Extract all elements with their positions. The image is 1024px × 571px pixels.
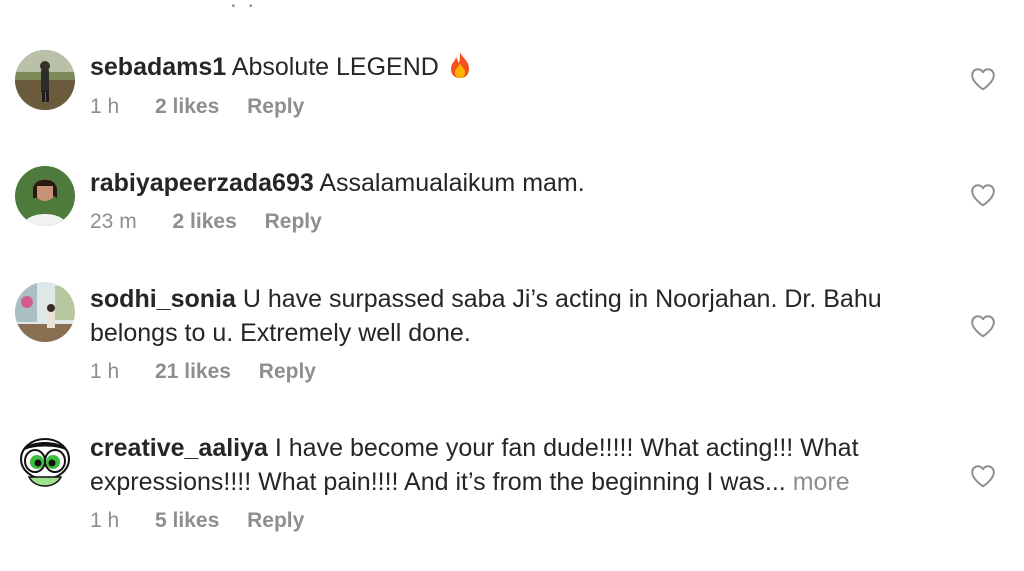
comment-timestamp: 23 m — [90, 210, 137, 233]
comment-likes[interactable]: 2 likes — [173, 210, 237, 234]
reply-button[interactable]: Reply — [259, 360, 316, 384]
comment-body: Assalamualaikum mam. — [319, 169, 585, 197]
heart-outline-icon[interactable] — [970, 67, 996, 91]
reply-button[interactable]: Reply — [247, 509, 304, 533]
comment-username[interactable]: rabiyapeerzada693 — [90, 169, 314, 197]
heart-outline-icon[interactable] — [970, 314, 996, 338]
comment-username[interactable]: sebadams1 — [90, 53, 226, 81]
comment-timestamp: 1 h — [90, 95, 120, 118]
comment-meta: 23 m 2 likes Reply — [90, 210, 322, 234]
comment-meta: 1 h 2 likes Reply — [90, 95, 304, 119]
comment-timestamp: 1 h — [90, 509, 120, 532]
comment-meta: 1 h 21 likes Reply — [90, 360, 316, 384]
comment-text: sebadams1 Absolute LEGEND — [90, 50, 910, 88]
reply-button[interactable]: Reply — [247, 95, 304, 119]
more-link[interactable]: more — [793, 468, 850, 496]
comment-body: Absolute LEGEND — [231, 53, 439, 81]
comment-meta: 1 h 5 likes Reply — [90, 509, 304, 533]
heart-outline-icon[interactable] — [970, 464, 996, 488]
comment-likes[interactable]: 5 likes — [155, 509, 219, 533]
avatar[interactable] — [15, 431, 75, 491]
comment-text: sodhi_sonia U have surpassed saba Ji’s a… — [90, 282, 910, 350]
comment-username[interactable]: sodhi_sonia — [90, 285, 236, 313]
previous-comment-fragment: . . — [230, 0, 256, 14]
comment-timestamp: 1 h — [90, 360, 120, 383]
comment-likes[interactable]: 2 likes — [155, 95, 219, 119]
avatar[interactable] — [15, 282, 75, 342]
avatar[interactable] — [15, 166, 75, 226]
reply-button[interactable]: Reply — [265, 210, 322, 234]
fire-emoji-icon — [448, 51, 472, 88]
comment-username[interactable]: creative_aaliya — [90, 434, 268, 462]
comment-text: rabiyapeerzada693 Assalamualaikum mam. — [90, 166, 910, 200]
heart-outline-icon[interactable] — [970, 183, 996, 207]
comment-text: creative_aaliya I have become your fan d… — [90, 431, 910, 499]
avatar[interactable] — [15, 50, 75, 110]
comment-likes[interactable]: 21 likes — [155, 360, 231, 384]
